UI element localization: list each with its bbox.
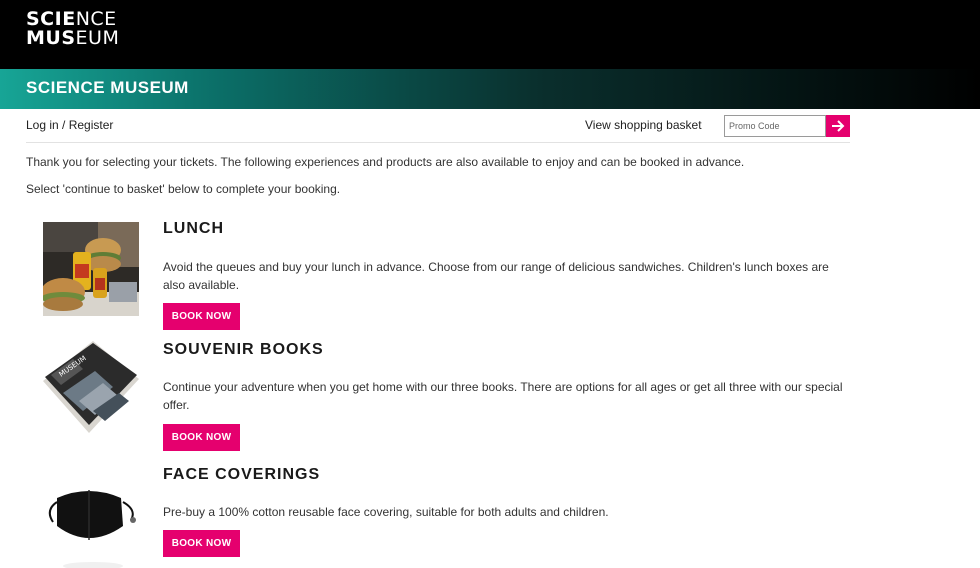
logo-line-2-bold: MUS bbox=[26, 27, 76, 49]
book-now-button[interactable]: BOOK NOW bbox=[163, 424, 240, 451]
view-basket-link[interactable]: View shopping basket bbox=[585, 118, 702, 132]
banner-title: SCIENCE MUSEUM bbox=[26, 78, 189, 97]
lunch-photo bbox=[43, 222, 139, 316]
product-title: LUNCH bbox=[163, 220, 224, 237]
face-covering-photo bbox=[43, 480, 139, 568]
logo-line-2: MUSEUM bbox=[26, 29, 119, 48]
login-register-link[interactable]: Log in / Register bbox=[26, 118, 113, 132]
product-title: SOUVENIR BOOKS bbox=[163, 341, 324, 358]
product-face-coverings: FACE COVERINGS Pre-buy a 100% cotton reu… bbox=[43, 466, 843, 568]
product-title: FACE COVERINGS bbox=[163, 466, 321, 483]
intro-text: Thank you for selecting your tickets. Th… bbox=[26, 155, 745, 169]
promo-code-input[interactable] bbox=[724, 115, 826, 137]
banner-bar: SCIENCE MUSEUM bbox=[0, 69, 980, 109]
logo-line-2-thin: EUM bbox=[75, 27, 120, 49]
product-lunch: LUNCH Avoid the queues and buy your lunc… bbox=[43, 220, 843, 332]
book-now-button[interactable]: BOOK NOW bbox=[163, 303, 240, 330]
product-description: Pre-buy a 100% cotton reusable face cove… bbox=[163, 505, 609, 519]
site-header: SCIENCE MUSEUM bbox=[0, 0, 980, 69]
promo-submit-button[interactable] bbox=[826, 115, 850, 137]
souvenir-books-photo: SCIENCE MUSEUM bbox=[43, 341, 139, 441]
arrow-right-icon bbox=[832, 120, 845, 132]
product-description: Avoid the queues and buy your lunch in a… bbox=[163, 260, 829, 292]
science-museum-logo[interactable]: SCIENCE MUSEUM bbox=[26, 10, 119, 48]
utility-bar: Log in / Register View shopping basket bbox=[26, 115, 850, 143]
book-now-button[interactable]: BOOK NOW bbox=[163, 530, 240, 557]
product-description: Continue your adventure when you get hom… bbox=[163, 380, 843, 412]
intro-instruction: Select 'continue to basket' below to com… bbox=[26, 182, 341, 196]
product-souvenir-books: SCIENCE MUSEUM SOUVENIR BOOKS Continue y… bbox=[43, 341, 843, 453]
